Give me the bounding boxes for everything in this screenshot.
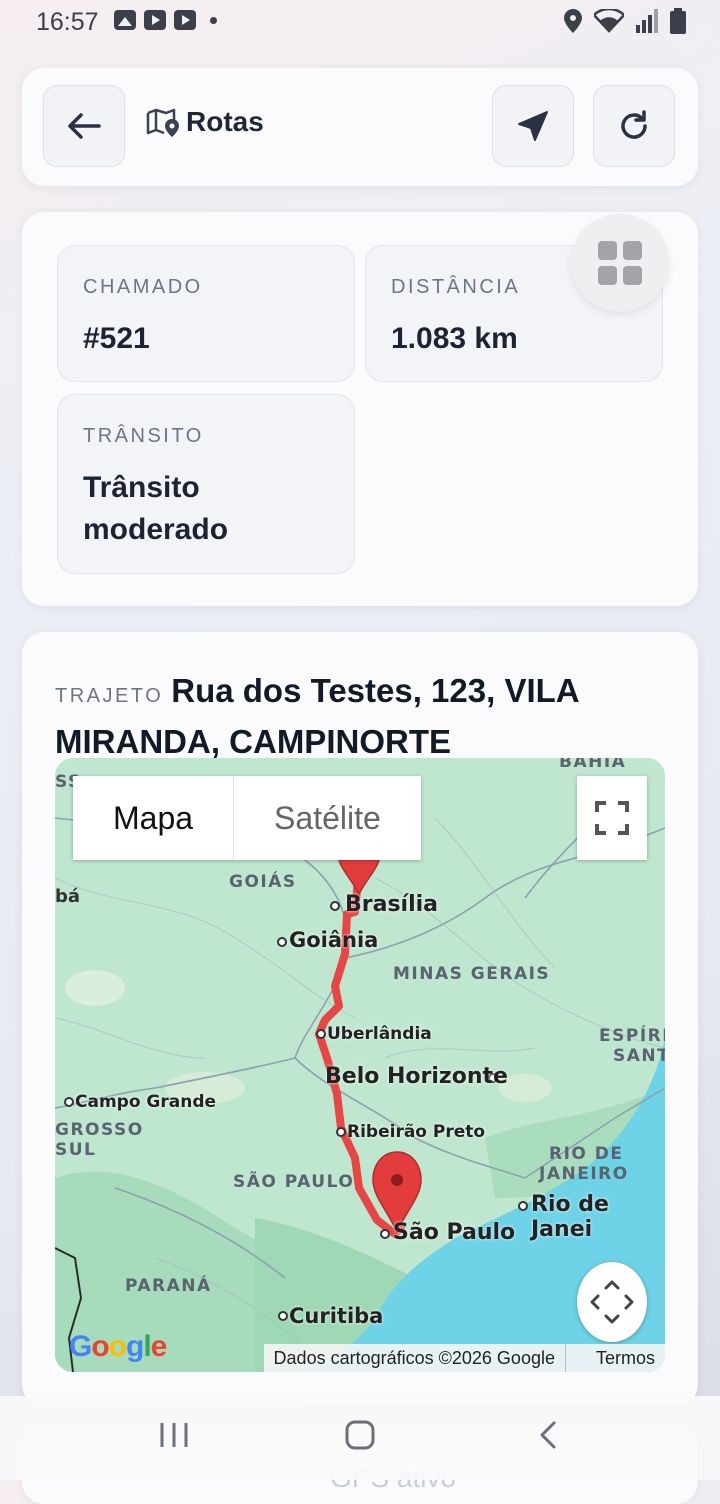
distance-label: DISTÂNCIA xyxy=(391,276,521,298)
map-pin-icon xyxy=(146,108,179,137)
chamado-value: #521 xyxy=(83,322,150,355)
back-button[interactable] xyxy=(43,85,125,167)
refresh-icon xyxy=(621,110,647,139)
page-title-text: Rotas xyxy=(186,106,264,137)
grid-menu-button[interactable] xyxy=(571,214,669,312)
map-type-control: Mapa Satélite xyxy=(73,776,421,860)
youtube-notification-icon xyxy=(144,10,166,30)
map-type-map-button[interactable]: Mapa xyxy=(73,776,235,860)
arrow-left-icon xyxy=(68,113,101,139)
navigation-arrow-icon xyxy=(518,111,548,141)
route-card: TRAJETO Rua dos Testes, 123, VILA MIRANDA… xyxy=(22,632,698,1406)
chamado-label: CHAMADO xyxy=(83,276,203,298)
page-title: Rotas xyxy=(146,106,264,138)
more-notifications-icon xyxy=(210,16,217,24)
status-time: 16:57 xyxy=(36,8,99,36)
signal-icon xyxy=(636,9,658,33)
wifi-icon xyxy=(594,9,624,33)
traffic-tile: TRÂNSITO Trânsito moderado xyxy=(57,394,355,574)
recent-apps-icon[interactable] xyxy=(158,1420,190,1450)
map-attribution-text: Dados cartográficos ©2026 Google xyxy=(273,1347,555,1368)
home-icon[interactable] xyxy=(344,1420,376,1450)
map-attribution: Dados cartográficos ©2026 Google Termos xyxy=(263,1344,665,1372)
system-navigation-bar xyxy=(0,1396,720,1480)
distance-value: 1.083 km xyxy=(391,322,518,355)
map-type-satellite-button[interactable]: Satélite xyxy=(234,776,421,860)
route-map[interactable]: BAHIA SS GOIÁS bá Brasília Goiânia MINAS… xyxy=(55,758,665,1372)
route-label: TRAJETO xyxy=(55,685,164,707)
refresh-button[interactable] xyxy=(593,85,675,167)
route-heading: TRAJETO Rua dos Testes, 123, VILA MIRANDA… xyxy=(55,668,655,765)
header-card: Rotas xyxy=(22,68,698,186)
route-info-card: CHAMADO #521 DISTÂNCIA 1.083 km TRÂNSITO… xyxy=(22,212,698,606)
chamado-tile: CHAMADO #521 xyxy=(57,245,355,382)
location-icon xyxy=(564,9,582,33)
youtube-notification-icon xyxy=(174,10,196,30)
map-pan-button[interactable] xyxy=(577,1262,647,1342)
status-bar: 16:57 xyxy=(0,0,720,48)
pan-arrows-icon xyxy=(590,1280,634,1324)
gallery-notification-icon xyxy=(114,10,136,30)
fullscreen-icon xyxy=(595,801,629,835)
battery-icon xyxy=(670,8,686,34)
traffic-label: TRÂNSITO xyxy=(83,425,204,447)
back-nav-icon[interactable] xyxy=(536,1420,560,1450)
traffic-value: Trânsito moderado xyxy=(83,471,229,546)
navigate-button[interactable] xyxy=(492,85,574,167)
google-logo: Google xyxy=(69,1330,167,1363)
fullscreen-button[interactable] xyxy=(577,776,647,860)
map-terms-link[interactable]: Termos xyxy=(586,1348,665,1369)
grid-icon xyxy=(598,241,642,285)
